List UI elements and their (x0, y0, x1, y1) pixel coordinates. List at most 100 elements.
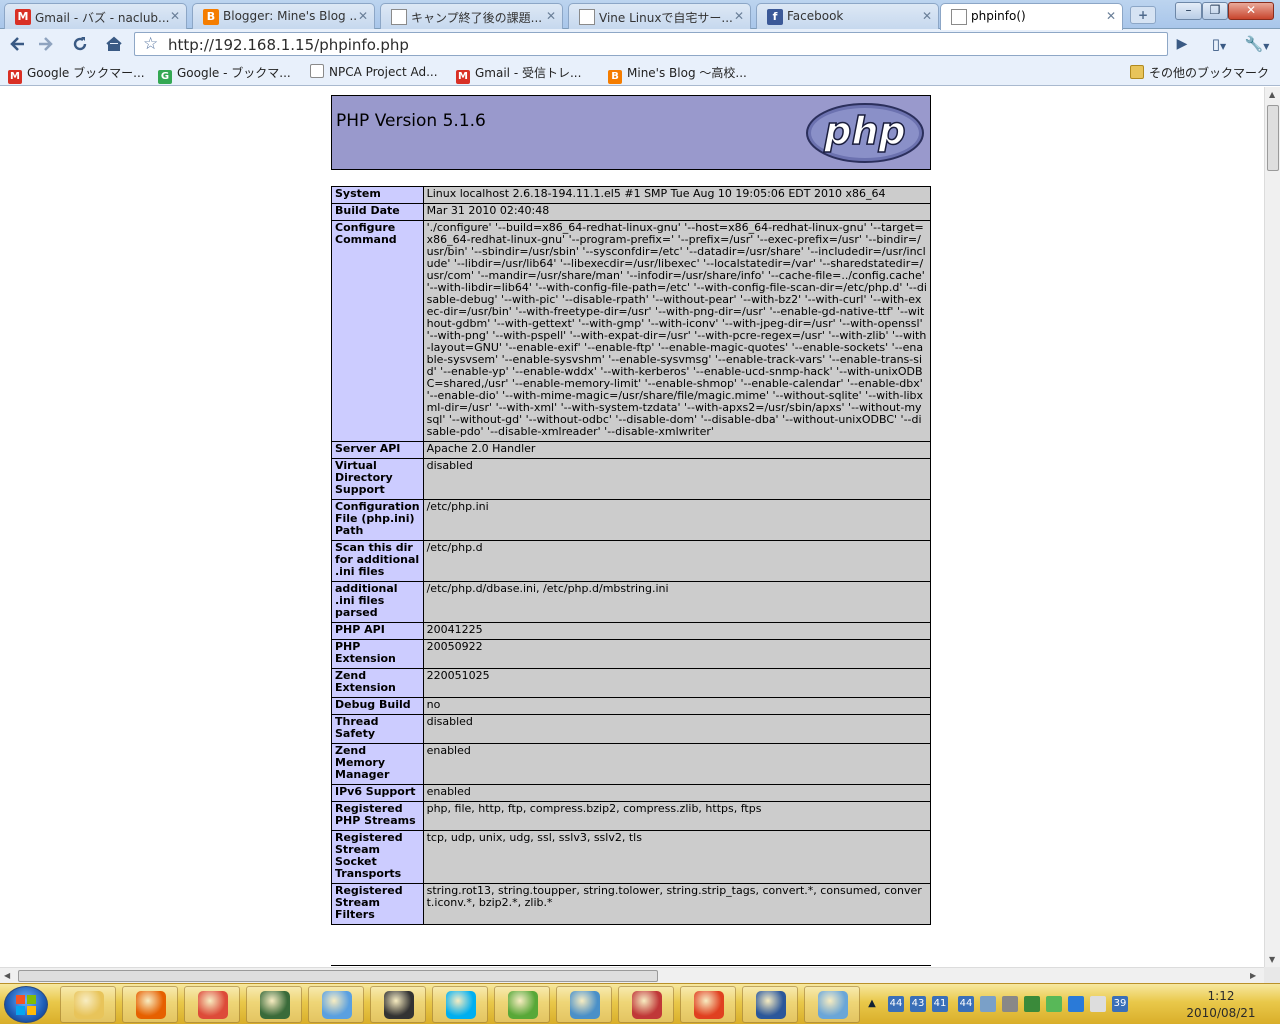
tab-1[interactable]: M Gmail - バズ - naclub... ✕ (4, 3, 187, 29)
picasa-icon (632, 991, 662, 1019)
reload-button[interactable] (68, 33, 92, 55)
bookmark-favicon-icon (310, 64, 324, 78)
taskbar-app-picasa[interactable] (618, 986, 674, 1023)
table-row: Configure Command './configure' '--build=… (331, 220, 932, 442)
tab-4[interactable]: Vine Linuxで自宅サー... ✕ (568, 3, 751, 29)
tab-label: Gmail - バズ - naclub... (35, 11, 170, 25)
page-viewport: PHP Version 5.1.6 php System Linux localh… (0, 87, 1264, 967)
taskbar-app-wireshark[interactable] (370, 986, 426, 1023)
taskbar-app-network[interactable] (556, 986, 612, 1023)
go-button[interactable]: ▶ (1170, 33, 1194, 55)
bookmark-item[interactable]: G Google - ブックマ... (158, 64, 291, 84)
scroll-down-icon[interactable]: ▼ (1269, 955, 1275, 964)
php-info-table: System Linux localhost 2.6.18-194.11.1.el… (331, 186, 932, 925)
taskbar-app-explorer[interactable] (60, 986, 116, 1023)
horizontal-scroll-thumb[interactable] (18, 970, 658, 982)
wireshark-icon (384, 991, 414, 1019)
address-bar[interactable]: ☆ http://192.168.1.15/phpinfo.php (134, 32, 1168, 56)
close-tab-icon[interactable]: ✕ (734, 9, 744, 23)
bookmark-item[interactable]: B Mine's Blog ～高校... (608, 64, 747, 84)
scroll-left-icon[interactable]: ◀ (4, 971, 10, 980)
vertical-scroll-thumb[interactable] (1267, 105, 1279, 171)
taskbar-app-firefox[interactable] (122, 986, 178, 1023)
page-menu-button[interactable]: ▯▼ (1204, 33, 1234, 55)
row-key: Server API (331, 441, 424, 459)
other-bookmarks-folder[interactable]: その他のブックマーク (1130, 64, 1269, 81)
table-row: Configuration File (php.ini) Path/etc/ph… (331, 499, 932, 541)
security-icon[interactable] (1046, 996, 1062, 1012)
taskbar-app-skype[interactable] (432, 986, 488, 1023)
back-button[interactable] (6, 33, 30, 55)
talk-icon (818, 991, 848, 1019)
clock-time: 1:12 (1207, 989, 1235, 1003)
bookmark-label: Mine's Blog ～高校... (627, 66, 747, 80)
tab-2[interactable]: B Blogger: Mine's Blog ... ✕ (192, 3, 375, 29)
table-row: Zend Memory Manager enabled (331, 743, 932, 785)
wrench-icon: 🔧 (1244, 35, 1264, 53)
scroll-right-icon[interactable]: ▶ (1250, 971, 1256, 980)
close-tab-icon[interactable]: ✕ (358, 9, 368, 23)
tools-menu-button[interactable]: 🔧▼ (1242, 33, 1272, 55)
home-button[interactable] (102, 33, 126, 55)
show-hidden-icons-icon[interactable]: ▲ (864, 996, 880, 1012)
row-key: PHP API (331, 622, 424, 640)
close-tab-icon[interactable]: ✕ (922, 9, 932, 23)
start-button[interactable] (4, 986, 48, 1023)
taskbar-app-word[interactable] (742, 986, 798, 1023)
table-row: Scan this dir for additional .ini files /… (331, 540, 932, 582)
clock-date: 2010/08/21 (1186, 1006, 1256, 1020)
bookmark-item[interactable]: M Google ブックマー... (8, 64, 145, 84)
horizontal-scrollbar[interactable]: ◀ ▶ (0, 967, 1264, 983)
row-key: Configure Command (331, 220, 424, 442)
taskbar-app-messenger[interactable] (494, 986, 550, 1023)
row-value: Linux localhost 2.6.18-194.11.1.el5 #1 S… (422, 186, 932, 204)
row-key: PHP Extension (331, 639, 424, 669)
taskbar-app-terminal[interactable] (246, 986, 302, 1023)
close-tab-icon[interactable]: ✕ (1106, 9, 1116, 23)
row-value: Apache 2.0 Handler (422, 441, 932, 459)
taskbar-app-talk[interactable] (804, 986, 860, 1023)
close-window-button[interactable]: ✕ (1228, 2, 1274, 20)
chat-icon[interactable] (1090, 996, 1106, 1012)
tray-44b-icon[interactable]: 44 (958, 996, 974, 1012)
tab-5[interactable]: f Facebook ✕ (756, 3, 939, 29)
taskbar: ▲ 44 43 41 44 39 1:12 2010/08/21 (0, 983, 1280, 1024)
row-value: 20041225 (422, 622, 932, 640)
bookmark-label: NPCA Project Ad... (329, 65, 438, 79)
row-value: enabled (422, 784, 932, 802)
taskbar-app-chrome[interactable] (184, 986, 240, 1023)
clock[interactable]: 1:12 2010/08/21 (1176, 988, 1266, 1022)
tab-label: Vine Linuxで自宅サー... (599, 11, 733, 25)
tab-6[interactable]: phpinfo() ✕ (940, 3, 1123, 30)
gmail-icon: M (15, 9, 31, 25)
tray-39-icon[interactable]: 39 (1112, 996, 1128, 1012)
tray-41-icon[interactable]: 41 (932, 996, 948, 1012)
row-key: additional .ini files parsed (331, 581, 424, 623)
minimize-button[interactable]: – (1175, 2, 1202, 20)
php-version-title: PHP Version 5.1.6 (336, 111, 486, 131)
volume-icon[interactable] (1002, 996, 1018, 1012)
tray-43-icon[interactable]: 43 (910, 996, 926, 1012)
bookmark-item[interactable]: NPCA Project Ad... (310, 64, 438, 79)
taskbar-app-paint[interactable] (680, 986, 736, 1023)
vertical-scrollbar[interactable]: ▲ ▼ (1264, 87, 1280, 967)
explorer-icon (74, 991, 104, 1019)
scroll-up-icon[interactable]: ▲ (1269, 90, 1275, 99)
close-tab-icon[interactable]: ✕ (170, 9, 180, 23)
battery-icon[interactable] (1024, 996, 1040, 1012)
taskbar-app-itunes[interactable] (308, 986, 364, 1023)
table-row: Virtual Directory Support disabled (331, 458, 932, 500)
tab-3[interactable]: キャンプ終了後の課題... ✕ (380, 3, 563, 29)
bookmark-star-icon[interactable]: ☆ (143, 34, 158, 54)
terminal-icon (260, 991, 290, 1019)
close-tab-icon[interactable]: ✕ (546, 9, 556, 23)
forward-button[interactable] (33, 33, 57, 55)
tray-44-icon[interactable]: 44 (888, 996, 904, 1012)
update-icon[interactable] (1068, 996, 1084, 1012)
maximize-button[interactable]: ❐ (1202, 2, 1228, 20)
bookmark-item[interactable]: M Gmail - 受信トレ... (456, 64, 581, 84)
network-icon[interactable] (980, 996, 996, 1012)
new-tab-button[interactable]: + (1130, 6, 1156, 24)
row-value: no (422, 697, 932, 715)
row-key: Scan this dir for additional .ini files (331, 540, 424, 582)
